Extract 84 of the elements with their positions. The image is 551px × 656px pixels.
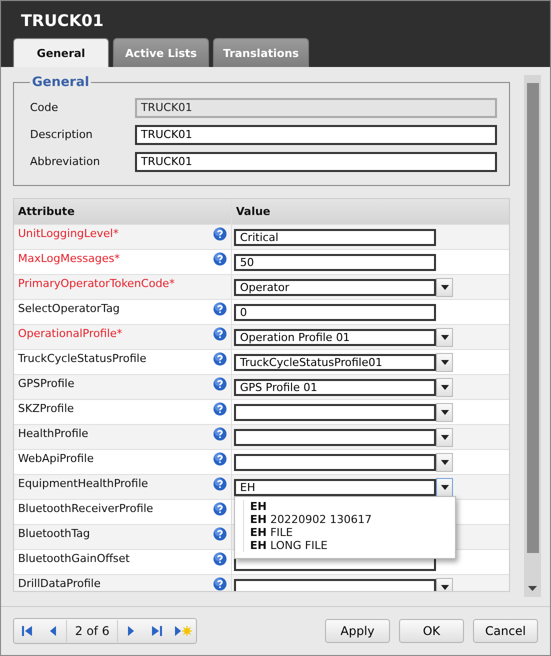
new-record-icon bbox=[174, 625, 192, 637]
combo-field[interactable]: Operation Profile 01 bbox=[234, 328, 436, 346]
caret-icon bbox=[440, 384, 448, 390]
input-field[interactable]: TRUCK01 bbox=[135, 124, 497, 144]
caret-icon bbox=[440, 434, 448, 440]
attribute-label: WebApiProfile bbox=[18, 452, 94, 465]
help-icon[interactable] bbox=[213, 577, 227, 591]
combo-field[interactable] bbox=[234, 578, 436, 591]
help-icon[interactable] bbox=[213, 427, 227, 441]
attribute-label: BluetoothTag bbox=[18, 527, 90, 540]
help-icon[interactable] bbox=[213, 552, 227, 566]
value-field[interactable]: 0 bbox=[234, 304, 436, 320]
combo-field[interactable]: Operator bbox=[234, 278, 436, 296]
field-label: Abbreviation bbox=[30, 155, 101, 168]
caret-icon bbox=[440, 460, 448, 464]
combo-field[interactable] bbox=[234, 404, 436, 420]
last-icon bbox=[151, 625, 164, 637]
input-field[interactable]: TRUCK01 bbox=[135, 152, 497, 172]
scrollbar[interactable] bbox=[524, 75, 541, 597]
help-icon[interactable] bbox=[213, 352, 227, 366]
previous-icon bbox=[49, 625, 57, 637]
dialog-button[interactable]: Cancel bbox=[473, 619, 538, 643]
help-icon[interactable] bbox=[213, 452, 227, 466]
attribute-label: DrillDataProfile bbox=[18, 577, 101, 590]
dropdown-option[interactable]: EH 20220902 130617 bbox=[243, 513, 455, 526]
tab[interactable]: General bbox=[13, 38, 109, 67]
help-icon[interactable] bbox=[213, 402, 227, 416]
attribute-label: TruckCycleStatusProfile bbox=[18, 352, 146, 365]
dropdown-button[interactable] bbox=[436, 478, 453, 496]
field-label: Description bbox=[30, 128, 94, 141]
window-title: TRUCK01 bbox=[20, 10, 105, 32]
caret-icon bbox=[440, 584, 448, 590]
attribute-label: MaxLogMessages* bbox=[18, 252, 120, 265]
help-icon[interactable] bbox=[213, 252, 227, 266]
attribute-label: HealthProfile bbox=[18, 427, 88, 440]
value-field[interactable]: 50 bbox=[234, 254, 436, 270]
combo-field[interactable] bbox=[234, 454, 436, 470]
combo-field[interactable]: EH bbox=[234, 478, 436, 496]
attribute-label: EquipmentHealthProfile bbox=[18, 477, 148, 490]
dialog-button[interactable]: Apply bbox=[325, 619, 390, 643]
column-header: Value bbox=[235, 204, 272, 220]
next-icon bbox=[127, 625, 136, 637]
dropdown-option[interactable]: EH bbox=[243, 500, 455, 513]
attribute-label: PrimaryOperatorTokenCode* bbox=[18, 277, 175, 290]
value-field[interactable]: Critical bbox=[234, 228, 436, 246]
first-icon bbox=[21, 625, 33, 637]
field-label: Code bbox=[30, 101, 60, 114]
dropdown-button[interactable] bbox=[436, 428, 453, 446]
dropdown-option[interactable]: EH FILE bbox=[243, 526, 455, 539]
caret-icon bbox=[440, 410, 448, 414]
dropdown-button[interactable] bbox=[436, 278, 453, 296]
dropdown-button[interactable] bbox=[436, 452, 453, 472]
attribute-label: GPSProfile bbox=[18, 377, 74, 390]
combo-field[interactable] bbox=[234, 428, 436, 446]
dropdown-button[interactable] bbox=[436, 378, 453, 396]
attribute-label: BluetoothGainOffset bbox=[18, 552, 130, 565]
dropdown-button[interactable] bbox=[436, 402, 453, 422]
help-icon[interactable] bbox=[213, 377, 227, 391]
help-icon[interactable] bbox=[213, 477, 227, 491]
caret-icon bbox=[440, 360, 448, 364]
attribute-label: UnitLoggingLevel* bbox=[18, 227, 119, 240]
scroll-thumb[interactable] bbox=[526, 83, 539, 553]
help-icon[interactable] bbox=[213, 227, 227, 241]
help-icon[interactable] bbox=[213, 302, 227, 316]
help-icon[interactable] bbox=[213, 327, 227, 341]
dropdown-button[interactable] bbox=[436, 328, 453, 346]
scroll-down-icon[interactable] bbox=[528, 586, 538, 591]
dropdown-button[interactable] bbox=[436, 578, 453, 591]
caret-icon bbox=[440, 284, 448, 290]
dropdown-button[interactable] bbox=[436, 352, 453, 372]
attribute-label: BluetoothReceiverProfile bbox=[18, 502, 154, 515]
combo-field[interactable]: GPS Profile 01 bbox=[234, 378, 436, 396]
attribute-label: SelectOperatorTag bbox=[18, 302, 120, 315]
group-title: General bbox=[31, 75, 90, 90]
dialog-button[interactable]: OK bbox=[399, 619, 464, 643]
attribute-label: SKZProfile bbox=[18, 402, 74, 415]
attribute-label: OperationalProfile* bbox=[18, 327, 122, 340]
caret-icon bbox=[440, 334, 448, 340]
dropdown-option[interactable]: EH LONG FILE bbox=[243, 539, 455, 552]
help-icon[interactable] bbox=[213, 527, 227, 541]
page-indicator: 2 of 6 bbox=[66, 620, 118, 642]
caret-icon bbox=[440, 484, 448, 490]
help-icon[interactable] bbox=[213, 502, 227, 516]
combo-field[interactable]: TruckCycleStatusProfile01 bbox=[234, 354, 436, 370]
